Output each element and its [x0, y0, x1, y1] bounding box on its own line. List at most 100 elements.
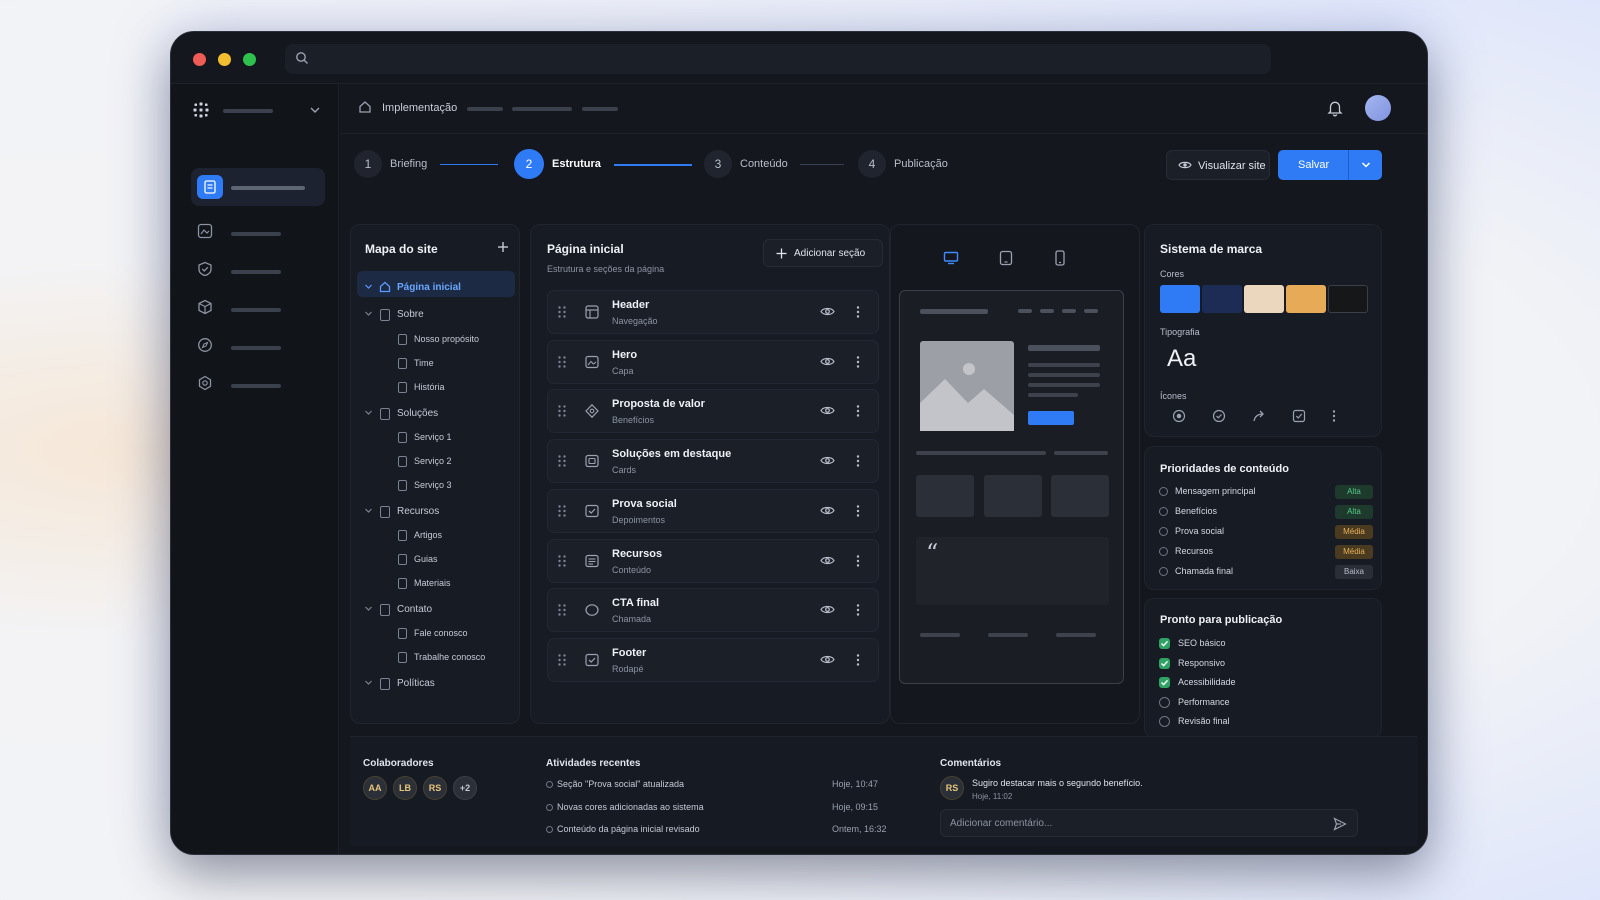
- chevron-down-icon[interactable]: [364, 309, 373, 318]
- mobile-view-icon[interactable]: [1055, 250, 1065, 266]
- sitemap-item[interactable]: Trabalhe conosco: [351, 651, 519, 667]
- target-icon[interactable]: [1172, 409, 1186, 423]
- checklist-item[interactable]: Performance: [1159, 696, 1359, 710]
- add-page-icon[interactable]: [497, 241, 509, 253]
- color-swatch[interactable]: [1328, 285, 1368, 313]
- priority-item[interactable]: Recursos Média: [1159, 545, 1373, 559]
- more-vertical-icon[interactable]: [1331, 409, 1337, 423]
- sidebar-item-5[interactable]: [191, 328, 325, 366]
- tablet-view-icon[interactable]: [999, 250, 1013, 266]
- chevron-down-icon[interactable]: [364, 678, 373, 687]
- chevron-down-icon[interactable]: [364, 506, 373, 515]
- color-swatch[interactable]: [1286, 285, 1326, 313]
- typography-sample[interactable]: Aa: [1167, 345, 1196, 373]
- more-vertical-icon[interactable]: [856, 305, 860, 319]
- more-collaborators-badge[interactable]: +2: [453, 776, 477, 800]
- send-icon[interactable]: [1333, 817, 1347, 831]
- checkbox-icon[interactable]: [1292, 409, 1306, 423]
- drag-handle-icon[interactable]: [557, 603, 567, 617]
- checkbox-checked-icon[interactable]: [1159, 638, 1170, 649]
- eye-icon[interactable]: [820, 405, 835, 416]
- chevron-down-icon[interactable]: [1360, 159, 1372, 171]
- add-section-button[interactable]: Adicionar seção: [763, 239, 883, 267]
- checkbox-checked-icon[interactable]: [1159, 677, 1170, 688]
- eye-icon[interactable]: [820, 306, 835, 317]
- sitemap-item[interactable]: Fale conosco: [351, 627, 519, 643]
- bell-icon[interactable]: [1326, 99, 1344, 117]
- more-vertical-icon[interactable]: [856, 603, 860, 617]
- priority-item[interactable]: Mensagem principal Alta: [1159, 485, 1373, 499]
- checkbox-checked-icon[interactable]: [1159, 657, 1170, 669]
- sitemap-item[interactable]: Serviço 2: [351, 455, 519, 471]
- priority-item[interactable]: Chamada final Baixa: [1159, 565, 1373, 579]
- section-row[interactable]: Soluções em destaque Cards: [547, 439, 879, 484]
- sitemap-item[interactable]: Recursos: [351, 505, 519, 521]
- sitemap-item[interactable]: Nosso propósito: [351, 333, 519, 349]
- more-vertical-icon[interactable]: [856, 554, 860, 568]
- section-row[interactable]: Proposta de valor Benefícios: [547, 389, 879, 434]
- eye-icon[interactable]: [820, 505, 835, 516]
- step-estrutura[interactable]: 2 Estrutura: [514, 149, 624, 180]
- drag-handle-icon[interactable]: [557, 504, 567, 518]
- checkbox-empty-icon[interactable]: [1159, 696, 1170, 708]
- eye-icon[interactable]: [820, 455, 835, 466]
- collaborator-avatar[interactable]: LB: [393, 776, 417, 800]
- section-row[interactable]: Hero Capa: [547, 339, 879, 384]
- drag-handle-icon[interactable]: [557, 404, 567, 418]
- sitemap-item[interactable]: Políticas: [351, 677, 519, 693]
- checklist-item[interactable]: Acessibilidade: [1159, 676, 1359, 690]
- color-swatch[interactable]: [1202, 285, 1242, 313]
- eye-icon[interactable]: [820, 555, 835, 566]
- desktop-view-icon[interactable]: [943, 251, 959, 265]
- checklist-item[interactable]: Revisão final: [1159, 715, 1359, 729]
- address-bar[interactable]: [285, 44, 1271, 74]
- sitemap-item[interactable]: Soluções: [351, 407, 519, 423]
- checklist-item[interactable]: SEO básico: [1159, 637, 1359, 651]
- checklist-item[interactable]: Responsivo: [1159, 657, 1359, 671]
- collaborator-avatar[interactable]: AA: [363, 776, 387, 800]
- more-vertical-icon[interactable]: [856, 653, 860, 667]
- sitemap-item[interactable]: Serviço 1: [351, 431, 519, 447]
- collaborator-avatar[interactable]: RS: [423, 776, 447, 800]
- color-swatch[interactable]: [1160, 285, 1200, 313]
- sitemap-item[interactable]: Sobre: [351, 308, 519, 324]
- section-row[interactable]: Footer Rodapé: [547, 637, 879, 682]
- save-button[interactable]: Salvar: [1278, 150, 1382, 180]
- drag-handle-icon[interactable]: [557, 454, 567, 468]
- priority-item[interactable]: Benefícios Alta: [1159, 505, 1373, 519]
- chevron-down-icon[interactable]: [364, 282, 373, 291]
- home-icon[interactable]: [358, 100, 372, 114]
- drag-handle-icon[interactable]: [557, 355, 567, 369]
- comment-input[interactable]: Adicionar comentário...: [940, 809, 1358, 837]
- step-publicacao[interactable]: 4 Publicação: [858, 150, 968, 180]
- sitemap-item[interactable]: Materiais: [351, 577, 519, 593]
- sitemap-item[interactable]: Time: [351, 357, 519, 373]
- sitemap-item[interactable]: Contato: [351, 603, 519, 619]
- step-conteudo[interactable]: 3 Conteúdo: [704, 150, 814, 180]
- maximize-window-button[interactable]: [243, 53, 256, 66]
- avatar[interactable]: [1365, 95, 1391, 121]
- arrow-share-icon[interactable]: [1252, 409, 1266, 423]
- sitemap-item[interactable]: Serviço 3: [351, 479, 519, 495]
- section-row[interactable]: Recursos Conteúdo: [547, 538, 879, 583]
- section-row[interactable]: Header Navegação: [547, 290, 879, 334]
- eye-icon[interactable]: [820, 604, 835, 615]
- more-vertical-icon[interactable]: [856, 404, 860, 418]
- priority-item[interactable]: Prova social Média: [1159, 525, 1373, 539]
- close-window-button[interactable]: [193, 53, 206, 66]
- more-vertical-icon[interactable]: [856, 355, 860, 369]
- sitemap-item[interactable]: Guias: [351, 553, 519, 569]
- eye-icon[interactable]: [820, 356, 835, 367]
- step-briefing[interactable]: 1 Briefing: [354, 150, 514, 180]
- sidebar-item-pages[interactable]: [191, 168, 325, 206]
- sitemap-item[interactable]: Artigos: [351, 529, 519, 545]
- section-row[interactable]: Prova social Depoimentos: [547, 488, 879, 533]
- sidebar-item-2[interactable]: [191, 214, 325, 252]
- color-swatch[interactable]: [1244, 285, 1284, 313]
- sidebar-item-6[interactable]: [191, 366, 325, 404]
- drag-handle-icon[interactable]: [557, 554, 567, 568]
- check-circle-icon[interactable]: [1212, 409, 1226, 423]
- chevron-down-icon[interactable]: [364, 604, 373, 613]
- preview-site-button[interactable]: Visualizar site: [1166, 150, 1270, 180]
- drag-handle-icon[interactable]: [557, 653, 567, 667]
